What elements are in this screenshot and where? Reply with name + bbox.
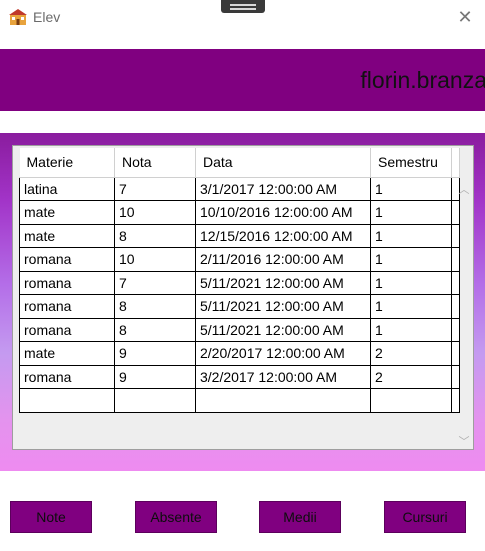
cell-semestru[interactable]: 1 (370, 270, 452, 295)
grades-grid[interactable]: Materie Nota Data Semestru latina 7 3/1/20… (12, 145, 474, 450)
column-header-filler (451, 148, 460, 178)
cell-materie[interactable]: romana (19, 364, 115, 389)
cell-nota[interactable]: 8 (114, 294, 196, 319)
cell-materie[interactable] (19, 388, 115, 413)
cell-semestru[interactable] (370, 388, 452, 413)
cell-data[interactable]: 3/2/2017 12:00:00 AM (195, 364, 371, 389)
cell-data[interactable]: 5/11/2021 12:00:00 AM (195, 270, 371, 295)
cell-semestru[interactable]: 2 (370, 364, 452, 389)
table-row[interactable]: romana 7 5/11/2021 12:00:00 AM 1 (19, 270, 460, 295)
table-row[interactable]: romana 8 5/11/2021 12:00:00 AM 1 (19, 294, 460, 319)
cell-semestru[interactable]: 1 (370, 176, 452, 201)
cell-nota[interactable]: 10 (114, 200, 196, 225)
cell-filler (451, 270, 460, 295)
cell-nota[interactable]: 9 (114, 364, 196, 389)
table-row[interactable]: mate 10 10/10/2016 12:00:00 AM 1 (19, 200, 460, 225)
cell-nota[interactable]: 8 (114, 223, 196, 248)
table-row[interactable] (19, 388, 460, 413)
column-header-semestru[interactable]: Semestru (370, 148, 452, 178)
cell-materie[interactable]: mate (19, 200, 115, 225)
cell-semestru[interactable]: 1 (370, 223, 452, 248)
table-row[interactable]: latina 7 3/1/2017 12:00:00 AM 1 (19, 176, 460, 201)
cell-filler (451, 223, 460, 248)
cell-nota[interactable]: 10 (114, 247, 196, 272)
cell-filler (451, 364, 460, 389)
title-bar: Elev ✕ (0, 0, 485, 36)
cell-nota[interactable] (114, 388, 196, 413)
cell-data[interactable]: 3/1/2017 12:00:00 AM (195, 176, 371, 201)
cell-semestru[interactable]: 1 (370, 294, 452, 319)
cell-data[interactable]: 2/20/2017 12:00:00 AM (195, 341, 371, 366)
cell-semestru[interactable]: 1 (370, 247, 452, 272)
cell-data[interactable]: 12/15/2016 12:00:00 AM (195, 223, 371, 248)
close-icon[interactable]: ✕ (452, 6, 478, 28)
table-row[interactable]: romana 10 2/11/2016 12:00:00 AM 1 (19, 247, 460, 272)
cell-materie[interactable]: romana (19, 317, 115, 342)
table-row[interactable]: romana 9 3/2/2017 12:00:00 AM 2 (19, 364, 460, 389)
cell-filler (451, 294, 460, 319)
column-header-materie[interactable]: Materie (19, 148, 115, 178)
scroll-down-icon[interactable]: ﹀ (457, 433, 471, 449)
school-building-icon (9, 9, 27, 25)
table-header-row: Materie Nota Data Semestru (19, 148, 460, 178)
cell-semestru[interactable]: 1 (370, 317, 452, 342)
cell-filler (451, 341, 460, 366)
cell-materie[interactable]: latina (19, 176, 115, 201)
cell-filler (451, 317, 460, 342)
cell-materie[interactable]: romana (19, 294, 115, 319)
cell-data[interactable]: 5/11/2021 12:00:00 AM (195, 294, 371, 319)
cell-nota[interactable]: 7 (114, 176, 196, 201)
grades-table: Materie Nota Data Semestru latina 7 3/1/20… (19, 148, 460, 413)
window-title: Elev (33, 9, 61, 25)
cell-materie[interactable]: romana (19, 247, 115, 272)
table-row[interactable]: romana 8 5/11/2021 12:00:00 AM 1 (19, 317, 460, 342)
note-button[interactable]: Note (10, 501, 92, 533)
absente-button[interactable]: Absente (135, 501, 217, 533)
cell-filler (451, 388, 460, 413)
cell-data[interactable]: 10/10/2016 12:00:00 AM (195, 200, 371, 225)
column-header-nota[interactable]: Nota (114, 148, 196, 178)
cell-nota[interactable]: 7 (114, 270, 196, 295)
column-header-data[interactable]: Data (195, 148, 371, 178)
cell-data[interactable]: 5/11/2021 12:00:00 AM (195, 317, 371, 342)
medii-button[interactable]: Medii (259, 501, 341, 533)
scroll-up-icon[interactable]: ︿ (457, 181, 471, 197)
cell-semestru[interactable]: 2 (370, 341, 452, 366)
cell-nota[interactable]: 8 (114, 317, 196, 342)
cell-data[interactable]: 2/11/2016 12:00:00 AM (195, 247, 371, 272)
cell-materie[interactable]: mate (19, 341, 115, 366)
username-label: florin.branza (360, 67, 485, 93)
cell-materie[interactable]: romana (19, 270, 115, 295)
cell-nota[interactable]: 9 (114, 341, 196, 366)
cell-materie[interactable]: mate (19, 223, 115, 248)
cursuri-button[interactable]: Cursuri (384, 501, 466, 533)
cell-filler (451, 200, 460, 225)
table-row[interactable]: mate 8 12/15/2016 12:00:00 AM 1 (19, 223, 460, 248)
cell-data[interactable] (195, 388, 371, 413)
window-grip-handle[interactable] (221, 0, 265, 13)
table-row[interactable]: mate 9 2/20/2017 12:00:00 AM 2 (19, 341, 460, 366)
cell-filler (451, 247, 460, 272)
cell-semestru[interactable]: 1 (370, 200, 452, 225)
header-banner: florin.branza (0, 49, 485, 111)
